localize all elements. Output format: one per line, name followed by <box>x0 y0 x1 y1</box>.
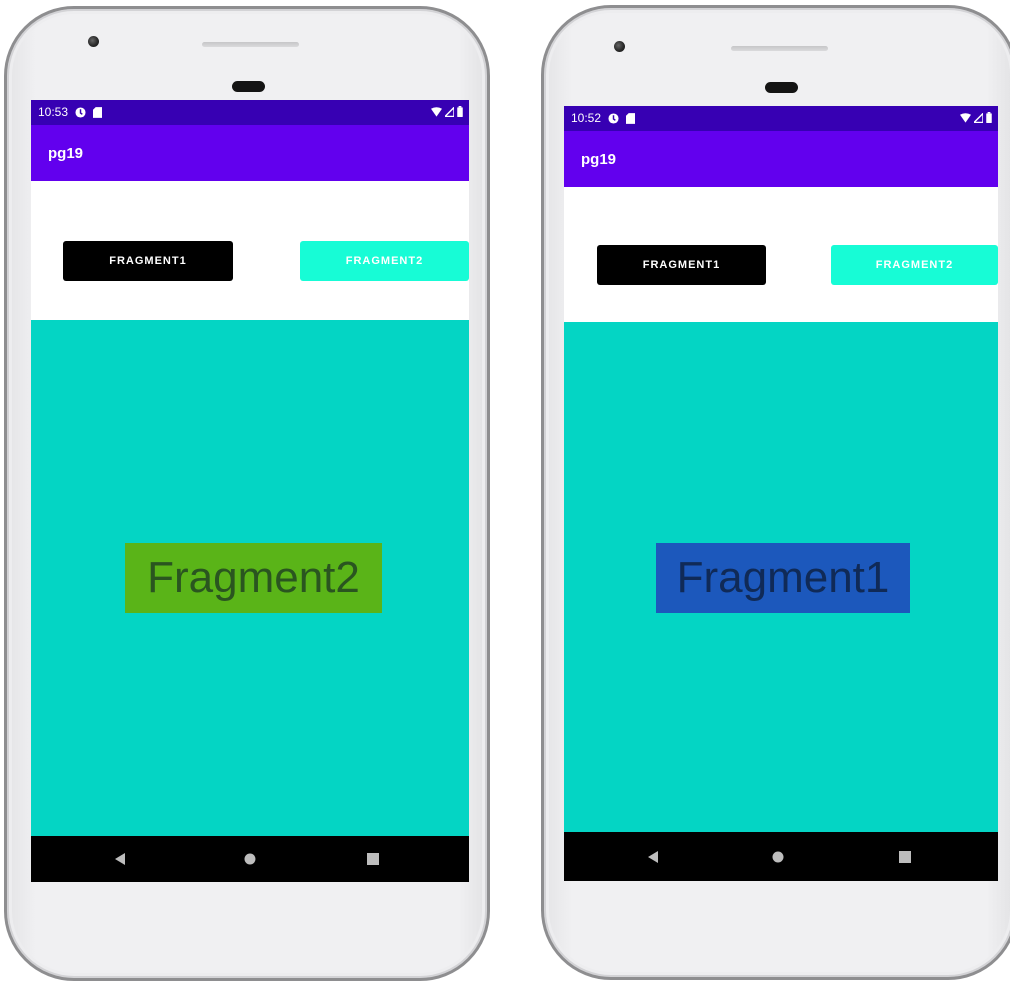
battery-icon <box>457 106 463 117</box>
navigation-bar <box>31 836 469 882</box>
top-speaker-grille <box>202 42 299 47</box>
fragment-container: Fragment2 <box>31 320 469 836</box>
front-camera <box>614 41 625 52</box>
earpiece <box>232 81 265 92</box>
app-bar: pg19 <box>564 131 998 187</box>
fragment1-button[interactable]: FRAGMENT1 <box>63 241 233 281</box>
signal-icon <box>445 106 454 117</box>
back-icon[interactable] <box>648 850 658 863</box>
recents-icon[interactable] <box>899 850 911 863</box>
fragment-container: Fragment1 <box>564 322 998 832</box>
status-bar: 10:53 <box>31 100 469 125</box>
app-title: pg19 <box>581 151 617 168</box>
status-time: 10:53 <box>38 105 69 119</box>
phone-frame-left: 10:53 pg19 FRAGMENT1 FRAGMENT2 Fragment2 <box>4 6 490 981</box>
fragment-text: Fragment2 <box>125 543 382 613</box>
home-icon[interactable] <box>772 851 784 862</box>
fragment-text: Fragment1 <box>656 543 910 613</box>
front-camera <box>88 36 99 47</box>
battery-icon <box>986 112 992 123</box>
home-icon[interactable] <box>244 853 256 865</box>
earpiece <box>765 82 798 93</box>
phone-screen: 10:53 pg19 FRAGMENT1 FRAGMENT2 Fragment2 <box>31 100 469 882</box>
fragment1-button[interactable]: FRAGMENT1 <box>597 245 766 285</box>
wifi-icon <box>431 106 442 117</box>
app-bar: pg19 <box>31 125 469 181</box>
app-title: pg19 <box>48 145 84 162</box>
phone-frame-right: 10:52 pg19 FRAGMENT1 FRAGMENT2 Fragment1 <box>541 5 1010 980</box>
recents-icon[interactable] <box>367 853 379 865</box>
fragment2-button[interactable]: FRAGMENT2 <box>300 241 469 281</box>
status-bar: 10:52 <box>564 106 998 131</box>
back-icon[interactable] <box>115 853 125 865</box>
navigation-bar <box>564 832 998 881</box>
fragment2-button[interactable]: FRAGMENT2 <box>831 245 998 285</box>
sd-card-icon <box>93 106 103 118</box>
wifi-icon <box>960 112 971 123</box>
phone-screen: 10:52 pg19 FRAGMENT1 FRAGMENT2 Fragment1 <box>564 106 998 881</box>
top-speaker-grille <box>731 46 828 51</box>
sync-icon <box>608 112 619 124</box>
signal-icon <box>974 112 983 123</box>
sd-card-icon <box>626 112 636 124</box>
sync-icon <box>75 106 86 118</box>
status-time: 10:52 <box>571 111 602 125</box>
